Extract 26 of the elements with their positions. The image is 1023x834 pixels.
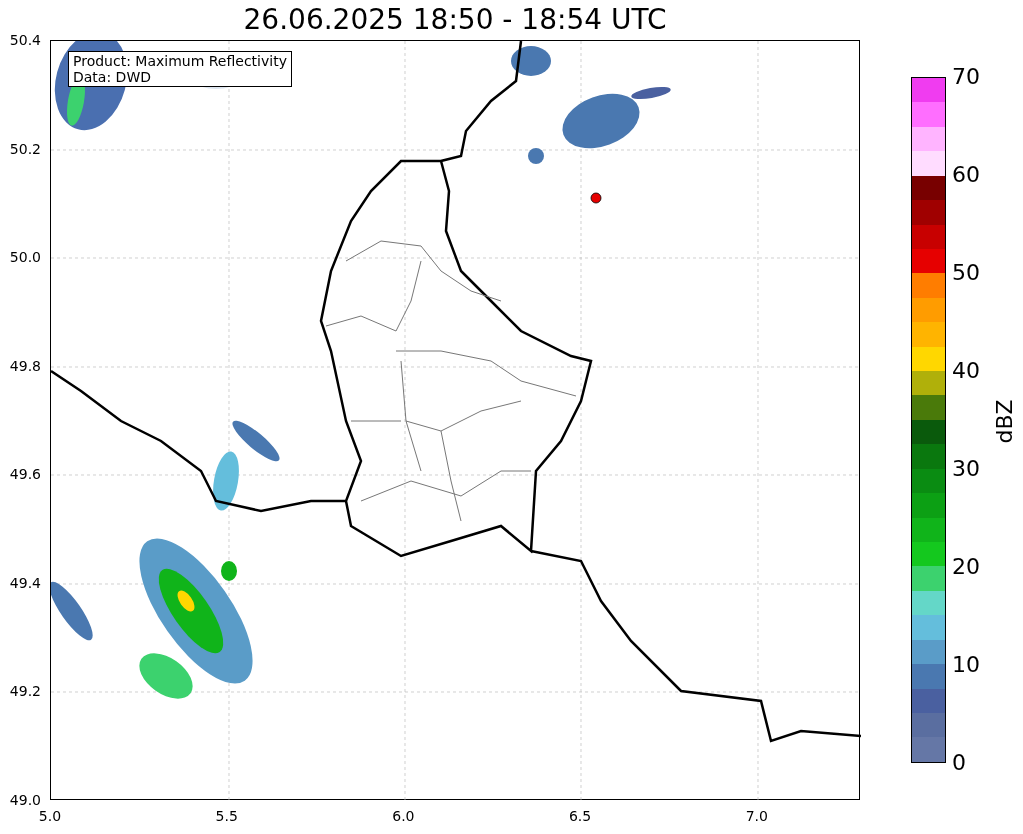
y-tick-label: 50.0 <box>9 247 42 267</box>
y-tick-label: 49.8 <box>9 356 42 376</box>
x-tick-label: 6.5 <box>568 807 592 826</box>
y-tick-label: 49.2 <box>9 681 42 701</box>
colorbar-tick-label: 10 <box>952 653 980 677</box>
colorbar-tick-label: 50 <box>952 261 980 285</box>
colorbar-tick-label: 20 <box>952 555 980 579</box>
x-tick-label: 7.0 <box>745 807 768 826</box>
legend-text: Data: DWD <box>73 69 152 85</box>
x-tick-label: 5.5 <box>215 807 238 826</box>
y-tick-label: 49.4 <box>9 573 42 593</box>
colorbar-tick-label: 0 <box>952 751 966 775</box>
colorbar-tick-label: 70 <box>952 65 980 89</box>
colorbar-tick-label: 40 <box>952 359 980 383</box>
y-tick-label: 49.0 <box>9 790 42 810</box>
colorbar-tick-label: 60 <box>952 163 980 187</box>
x-tick-label: 5.0 <box>38 807 62 826</box>
x-tick-label: 6.0 <box>392 807 415 826</box>
legend-text: Product: Maximum Reflectivity <box>73 53 287 69</box>
colorbar-label: dBZ <box>990 399 1018 444</box>
y-tick-label: 50.4 <box>9 30 42 50</box>
chart-title: 26.06.2025 18:50 - 18:54 UTC <box>243 4 667 36</box>
y-tick-label: 49.6 <box>9 464 42 484</box>
location-marker-icon <box>590 192 602 204</box>
y-tick-label: 50.2 <box>9 139 42 159</box>
colorbar-tick-label: 30 <box>952 457 980 481</box>
